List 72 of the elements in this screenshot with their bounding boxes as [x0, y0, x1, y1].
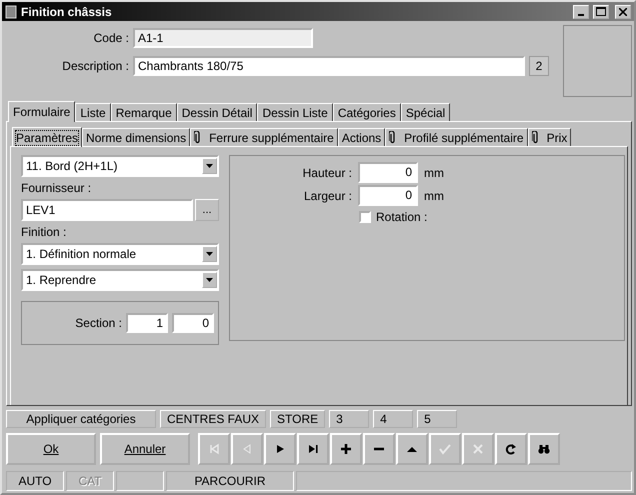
maximize-icon — [596, 7, 606, 16]
category-button[interactable]: 3 — [329, 410, 370, 428]
first-record-icon — [208, 443, 220, 455]
tab[interactable]: Formulaire — [8, 101, 76, 122]
toolbar-button[interactable] — [396, 433, 428, 465]
type-dropdown[interactable]: 11. Bord (2H+1L) — [21, 155, 219, 177]
status-cell: AUTO — [6, 471, 64, 491]
status-cell — [116, 471, 164, 491]
finish-label: Finition : — [21, 225, 68, 239]
description-field[interactable]: Chambrants 180/75 — [133, 56, 525, 76]
maximize-button[interactable] — [593, 4, 609, 19]
status-cell: PARCOURIR — [166, 471, 294, 491]
cross-icon — [472, 443, 484, 455]
dimension-label: Largeur : — [302, 188, 352, 202]
next-icon — [274, 443, 286, 455]
plus-icon — [340, 443, 352, 455]
minimize-button[interactable] — [573, 4, 589, 19]
dimension-label: Hauteur : — [302, 166, 352, 180]
supplier-field[interactable]: LEV1 — [21, 199, 193, 221]
unit-label: mm — [424, 166, 444, 180]
toolbar-button[interactable] — [297, 433, 329, 465]
tab[interactable]: Dessin Liste — [257, 103, 333, 121]
toolbar-button[interactable] — [528, 433, 560, 465]
mode-dropdown[interactable]: 1. Reprendre — [21, 269, 219, 291]
tab[interactable]: Dessin Détail — [176, 103, 258, 121]
tab[interactable]: Liste — [75, 103, 111, 121]
section-label: Section : — [75, 316, 122, 330]
toolbar-button[interactable] — [330, 433, 362, 465]
toolbar-button[interactable] — [495, 433, 527, 465]
checkmark-icon — [439, 443, 451, 455]
dimension-field[interactable]: 0 — [358, 162, 418, 183]
close-button[interactable] — [615, 4, 631, 19]
minimize-icon — [578, 14, 584, 16]
dimension-field[interactable]: 0 — [358, 185, 418, 206]
browse-button[interactable]: ... — [195, 199, 219, 221]
count-badge: 2 — [529, 56, 549, 76]
category-button[interactable]: 4 — [373, 410, 414, 428]
tab[interactable]: Catégories — [332, 103, 401, 121]
previous-icon — [241, 443, 253, 455]
rotation-checkbox[interactable] — [359, 211, 371, 223]
subtab[interactable]: Norme dimensions — [82, 128, 190, 146]
tab[interactable]: Spécial — [400, 103, 450, 121]
document-icon — [5, 4, 17, 19]
subtab[interactable]: Ferrure supplémentaire — [190, 128, 338, 146]
code-field[interactable]: A1-1 — [133, 28, 313, 48]
finish-dropdown[interactable]: 1. Définition normale — [21, 243, 219, 265]
subtab[interactable]: Prix — [528, 128, 572, 146]
rotation-label: Rotation : — [376, 210, 428, 224]
ok-button[interactable]: Ok — [6, 433, 96, 465]
close-icon — [619, 8, 627, 16]
last-record-icon — [307, 443, 319, 455]
supplier-label: Fournisseur : — [21, 181, 92, 195]
toolbar-button[interactable] — [264, 433, 296, 465]
subtab[interactable]: Profilé supplémentaire — [385, 128, 528, 146]
category-button[interactable]: 5 — [417, 410, 458, 428]
category-button[interactable]: STORE — [270, 410, 326, 428]
cancel-button[interactable]: Annuler — [100, 433, 190, 465]
subtab[interactable]: Paramètres — [12, 127, 82, 147]
unit-label: mm — [424, 188, 444, 202]
description-label: Description : — [61, 59, 129, 74]
tab[interactable]: Remarque — [110, 103, 177, 121]
binoculars-icon — [538, 443, 550, 455]
refresh-icon — [505, 443, 517, 455]
code-label: Code : — [92, 31, 129, 46]
section-field[interactable]: 0 — [172, 313, 214, 333]
window-title: Finition châssis — [21, 4, 113, 19]
section-field[interactable]: 1 — [126, 313, 168, 333]
status-cell: CAT — [66, 471, 114, 491]
category-button[interactable]: CENTRES FAUX — [160, 410, 266, 428]
category-button[interactable]: Appliquer catégories — [6, 410, 156, 428]
toolbar-button[interactable] — [363, 433, 395, 465]
subtab[interactable]: Actions — [338, 128, 386, 146]
